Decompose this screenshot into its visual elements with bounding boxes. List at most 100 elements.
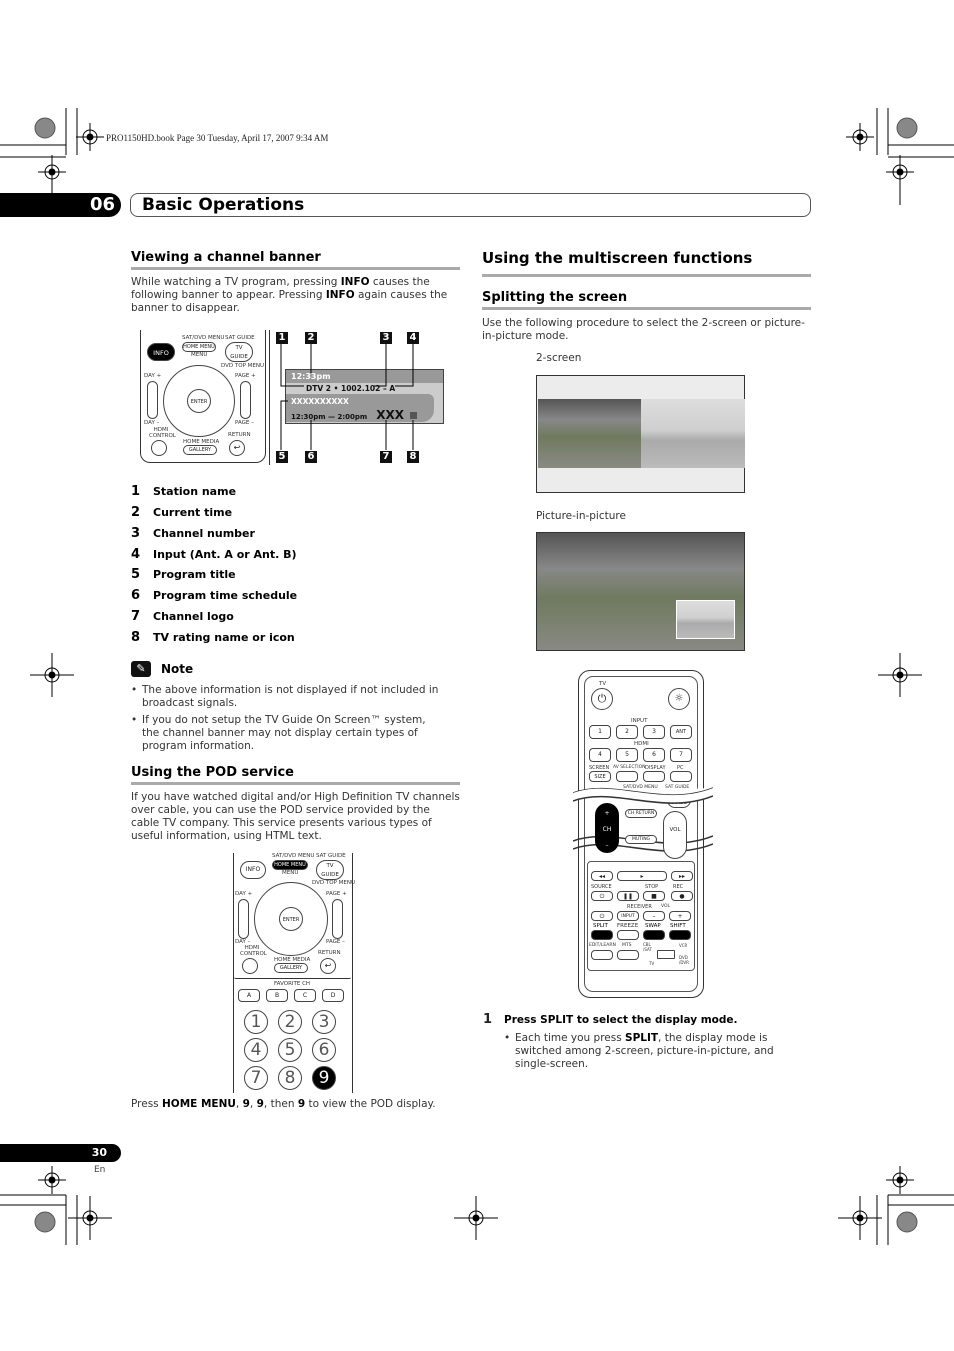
label: CBL /SAT <box>643 942 652 952</box>
day-button <box>147 381 158 419</box>
swap-button <box>643 930 665 940</box>
label: TV <box>599 681 607 687</box>
split-paragraph: Use the following procedure to select th… <box>482 317 805 342</box>
list-item: 6 Program time schedule <box>131 588 298 603</box>
label: VCR <box>679 943 688 948</box>
info-button: INFO <box>147 343 175 361</box>
receiver-input-button: INPUT <box>617 911 639 921</box>
favorite-a-button: A <box>238 989 260 1002</box>
digit-8-button: 8 <box>278 1066 302 1090</box>
callout-badge: 8 <box>407 451 419 463</box>
stop-button: ■ <box>643 891 665 901</box>
screen-size-button: SIZE <box>589 771 611 782</box>
print-header: PRO1150HD.book Page 30 Tuesday, April 17… <box>106 133 329 143</box>
label: PAGE – <box>326 939 345 945</box>
label: RETURN <box>228 432 251 438</box>
input-1-button: 1 <box>589 725 611 739</box>
label: FAVORITE CH <box>274 981 311 987</box>
callout-badge: 1 <box>276 332 288 344</box>
page-number: 30 <box>0 1144 121 1162</box>
return-icon: ↩ <box>229 440 245 456</box>
light-icon: ☼ <box>668 688 690 710</box>
list-item: 1 Station name <box>131 484 237 499</box>
favorite-b-button: B <box>266 989 288 1002</box>
receiver-volume-down-button: – <box>643 911 665 921</box>
label: MENU <box>282 870 299 876</box>
label: DVD TOP MENU <box>221 363 264 369</box>
muting-button: MUTING <box>625 835 657 844</box>
chapter-title: Basic Operations <box>130 193 811 217</box>
step-text: Press SPLIT to select the display mode. <box>504 1014 738 1026</box>
pod-paragraph: If you have watched digital and/or High … <box>131 791 460 842</box>
label: PAGE – <box>235 420 254 426</box>
label: DAY + <box>144 373 162 379</box>
bold-text: INFO <box>340 276 370 288</box>
label: RETURN <box>318 950 341 956</box>
callout-lines <box>280 344 414 450</box>
label: HDMI CONTROL <box>149 427 176 439</box>
edit-learn-button <box>591 950 613 960</box>
text-run: Press <box>131 1098 162 1110</box>
remote-partial-diagram: INFO SAT/DVD MENU HOME MENU MENU SAT GUI… <box>140 330 266 463</box>
list-item: 4 Input (Ant. A or Ant. B) <box>131 547 297 562</box>
label: HDMI <box>634 741 649 747</box>
direction-pad: ENTER <box>254 882 328 956</box>
remote-pod-diagram: INFO SAT/DVD MENU HOME MENU MENU SAT GUI… <box>233 853 355 1093</box>
banner-paragraph: While watching a TV program, pressing IN… <box>131 276 456 315</box>
split-button <box>591 930 613 940</box>
divider <box>131 782 460 785</box>
home-menu-button: HOME MENU <box>182 342 216 352</box>
pc-button <box>670 771 692 782</box>
bold-text: INFO <box>325 289 355 301</box>
hdmi-7-button: 7 <box>670 748 692 762</box>
favorite-c-button: C <box>294 989 316 1002</box>
list-item: 3 Channel number <box>131 526 255 541</box>
receiver-power-button: ⏻ <box>591 911 613 921</box>
label: STOP <box>645 884 659 890</box>
label: DAY – <box>144 420 160 426</box>
label: SPLIT <box>593 923 608 929</box>
ch-return-button: CH RETURN <box>625 809 657 818</box>
label: MTS <box>622 943 632 948</box>
input-2-button: 2 <box>616 725 638 739</box>
remote-full-diagram: TV ⏻ ☼ INPUT 1 2 3 ANT HDMI 4 5 6 7 SCRE… <box>573 670 713 998</box>
bold-text: HOME MENU <box>161 1098 236 1110</box>
sailboat-inset-image <box>676 600 735 639</box>
hdmi-5-button: 5 <box>616 748 638 762</box>
label: SWAP <box>645 923 661 929</box>
label: SOURCE <box>591 884 612 890</box>
note-icon: ✎ <box>131 661 151 677</box>
text-run: , <box>249 1098 257 1110</box>
label: MENU <box>191 352 208 358</box>
ch-label: CH <box>602 826 612 833</box>
hdmi-6-button: 6 <box>643 748 665 762</box>
divider <box>131 267 460 270</box>
enter-button: ENTER <box>279 907 303 931</box>
banner-heading: Viewing a channel banner <box>131 250 321 265</box>
text-run: , <box>235 1098 243 1110</box>
pip-example <box>536 532 745 651</box>
page-button <box>240 381 251 419</box>
home-menu-button: HOME MENU <box>272 860 308 870</box>
enter-button: ENTER <box>187 389 211 413</box>
label: EDIT/LEARN <box>589 943 616 948</box>
list-item: 5 Program title <box>131 567 236 582</box>
info-button: INFO <box>240 861 266 879</box>
hdmi-control-button <box>242 958 258 974</box>
break-wave <box>573 787 713 852</box>
return-icon: ↩ <box>320 958 336 974</box>
tv-guide-button: TV GUIDE <box>316 860 344 880</box>
label: FREEZE <box>617 923 639 929</box>
digit-4-button: 4 <box>244 1038 268 1062</box>
sailboat-image <box>641 399 745 468</box>
hdmi-control-button <box>151 440 167 456</box>
bold-text: SPLIT <box>625 1032 659 1044</box>
digit-2-button: 2 <box>278 1010 302 1034</box>
tv-guide-button: TV GUIDE <box>225 342 253 362</box>
label: PAGE + <box>326 891 347 897</box>
language-code: En <box>94 1165 106 1175</box>
label: TV <box>649 961 655 966</box>
two-screen-example <box>536 375 745 493</box>
label: REC <box>673 884 684 890</box>
freeze-button <box>617 930 639 940</box>
